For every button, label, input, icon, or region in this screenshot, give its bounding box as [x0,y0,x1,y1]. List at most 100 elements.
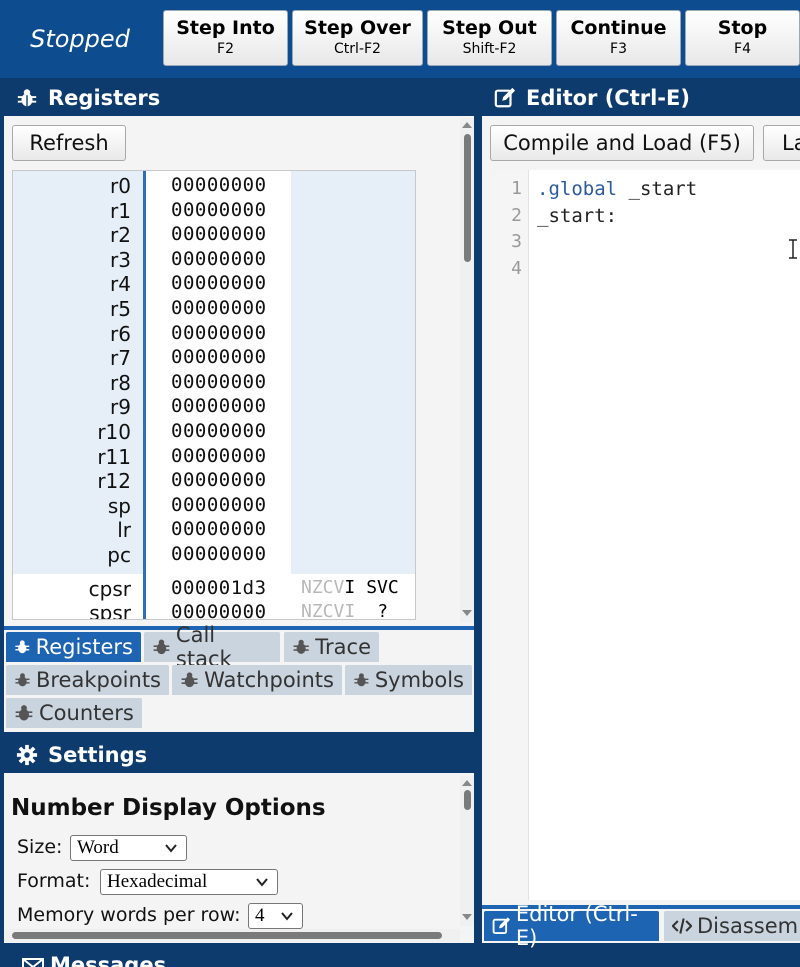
bug-icon [15,705,33,721]
step-into-shortcut: F2 [217,41,234,57]
chevron-down-icon [256,878,268,887]
register-row-r12: r12 00000000 [13,469,415,493]
tab-label: Disassem [697,914,799,938]
register-value[interactable]: 00000000 [171,297,267,319]
tab-editor[interactable]: Editor (Ctrl-E) [484,902,659,950]
register-row-r10: r10 00000000 [13,420,415,444]
tab-breakpoints[interactable]: Breakpoints [6,665,169,695]
register-name: r3 [110,247,131,272]
step-into-button[interactable]: Step Into F2 [163,10,288,66]
register-name: r4 [110,272,131,297]
register-value[interactable]: 00000000 [171,518,267,540]
register-value[interactable]: 00000000 [171,272,267,294]
register-row-r9: r9 00000000 [13,395,415,419]
step-over-shortcut: Ctrl-F2 [334,41,381,57]
line-number: 4 [511,257,522,279]
cpu-mode: ? [377,601,389,620]
code-line[interactable]: .global _start [537,178,697,200]
register-value[interactable]: 00000000 [171,601,267,619]
register-name: r6 [110,321,131,346]
register-value[interactable]: 000001d3 [171,577,267,599]
register-name: r8 [110,370,131,395]
step-out-label: Step Out [442,17,537,39]
register-value[interactable]: 00000000 [171,346,267,368]
register-value[interactable]: 00000000 [171,445,267,467]
size-select[interactable]: Word [70,835,187,861]
tab-trace[interactable]: Trace [284,632,379,662]
register-value[interactable]: 00000000 [171,322,267,344]
register-value[interactable]: 00000000 [171,174,267,196]
register-value[interactable]: 00000000 [171,395,267,417]
registers-scrollbar[interactable] [460,118,474,622]
load-button[interactable]: La [763,125,800,161]
register-row-cpsr: cpsr 000001d3 NZCVI SVC [13,577,415,601]
register-name: lr [117,518,131,543]
editor-tab-bar: Editor (Ctrl-E) Disassem [482,902,800,950]
edit-icon [492,917,511,935]
scroll-up-arrow[interactable] [462,122,472,128]
code-directive: .global [537,178,618,200]
bug-icon [293,639,309,654]
registers-table: r0 00000000 r1 00000000 r2 00000000 r3 00000000… [12,170,416,620]
register-value[interactable]: 00000000 [171,543,267,565]
continue-shortcut: F3 [610,41,627,57]
registers-header: Registers [4,80,474,116]
scroll-thumb[interactable] [464,134,471,262]
register-value[interactable]: 00000000 [171,223,267,245]
code-icon [672,918,692,934]
tab-watchpoints[interactable]: Watchpoints [172,665,342,695]
tab-counters[interactable]: Counters [6,698,142,728]
code-text: _start: [537,204,618,227]
chevron-down-icon [165,844,177,853]
continue-button[interactable]: Continue F3 [556,10,681,66]
step-out-button[interactable]: Step Out Shift-F2 [427,10,552,66]
line-number: 2 [511,204,522,226]
scroll-thumb[interactable] [464,790,471,810]
stop-button[interactable]: Stop F4 [685,10,800,66]
format-label: Format: [17,870,91,892]
envelope-icon [22,958,44,967]
format-select[interactable]: Hexadecimal [100,869,278,895]
tab-call-stack[interactable]: Call stack [144,623,280,671]
register-value[interactable]: 00000000 [171,248,267,270]
scroll-up-arrow[interactable] [462,780,472,786]
register-value[interactable]: 00000000 [171,199,267,221]
registers-title: Registers [48,86,161,110]
tab-disassembly[interactable]: Disassem [664,911,800,941]
register-row-r7: r7 00000000 [13,346,415,371]
code-line[interactable]: _start: [537,205,617,227]
register-row-r0: r0 00000000 [13,174,415,198]
messages-title: Messages [50,953,167,967]
tab-label: Breakpoints [35,668,161,692]
scroll-down-arrow[interactable] [462,914,472,920]
register-value[interactable]: 00000000 [171,371,267,393]
format-value: Hexadecimal [107,871,208,892]
hscroll-thumb[interactable] [12,932,442,939]
register-value[interactable]: 00000000 [171,469,267,491]
tab-symbols[interactable]: Symbols [345,665,472,695]
bug-icon [17,89,37,107]
tab-registers[interactable]: Registers [6,632,141,662]
memory-words-select[interactable]: 4 [248,903,303,929]
register-value[interactable]: 00000000 [171,494,267,516]
compile-and-load-button[interactable]: Compile and Load (F5) [490,125,754,161]
code-editor[interactable]: 1234 .global _start _start: [490,170,800,900]
number-display-heading: Number Display Options [11,795,326,821]
tab-label: Registers [35,635,133,659]
register-row-r8: r8 00000000 [13,370,415,395]
register-value[interactable]: 00000000 [171,420,267,442]
bug-icon [15,673,30,687]
settings-scrollbar[interactable] [460,776,474,926]
register-row-r4: r4 00000000 [13,272,415,297]
step-over-button[interactable]: Step Over Ctrl-F2 [292,10,423,66]
bug-icon [153,639,170,655]
register-name: r11 [97,444,131,469]
size-label: Size: [17,836,63,858]
register-name: r0 [110,174,131,198]
scroll-down-arrow[interactable] [462,610,472,616]
status-flags: NZCVI SVC [301,577,399,598]
register-name: r7 [110,346,131,371]
settings-hscrollbar[interactable] [4,929,460,942]
memory-words-value: 4 [255,905,265,926]
refresh-button[interactable]: Refresh [12,125,126,161]
